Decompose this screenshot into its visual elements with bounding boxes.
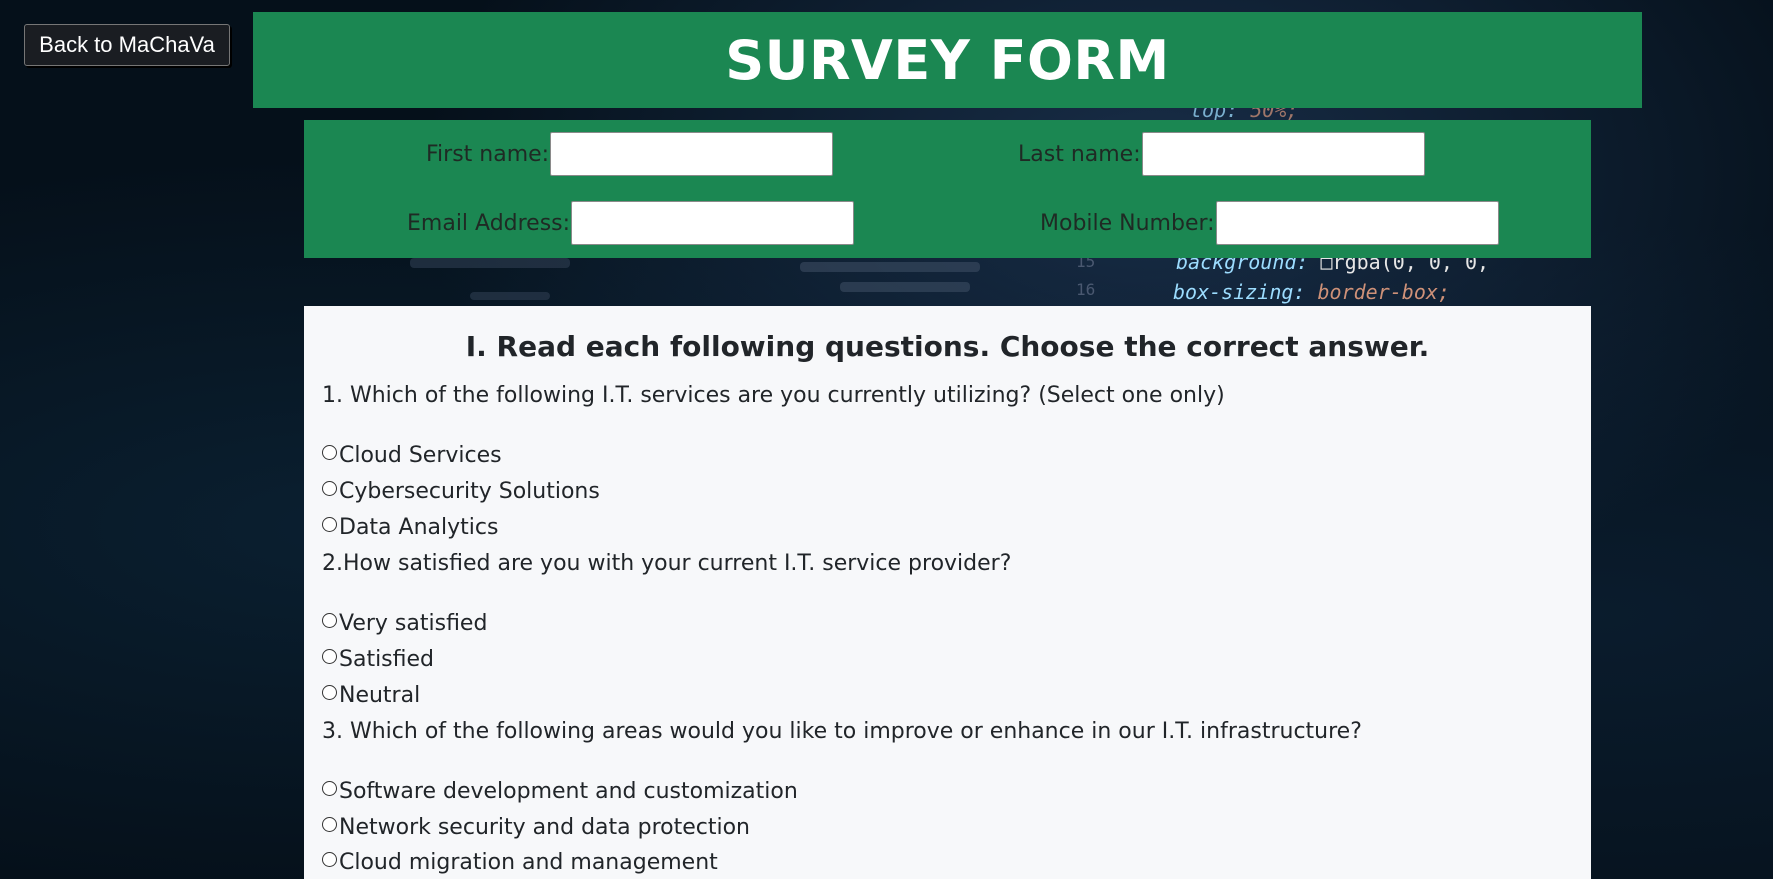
option-very-satisfied[interactable]: Very satisfied xyxy=(322,611,487,636)
option-label: Data Analytics xyxy=(339,515,499,540)
first-name-label: First name: xyxy=(426,141,550,167)
option-label: Satisfied xyxy=(339,647,435,672)
personal-info-panel: First name: Last name: Email Address: Mo… xyxy=(304,120,1591,258)
option-satisfied[interactable]: Satisfied xyxy=(322,647,434,672)
radio-button[interactable] xyxy=(322,481,337,496)
radio-button[interactable] xyxy=(322,817,337,832)
option-cloud-migration[interactable]: Cloud migration and management xyxy=(322,850,718,875)
radio-button[interactable] xyxy=(322,781,337,796)
radio-button[interactable] xyxy=(322,445,337,460)
radio-button[interactable] xyxy=(322,517,337,532)
option-network-security[interactable]: Network security and data protection xyxy=(322,815,750,840)
option-software-development[interactable]: Software development and customization xyxy=(322,779,798,804)
option-neutral[interactable]: Neutral xyxy=(322,683,420,708)
option-label: Network security and data protection xyxy=(339,815,750,840)
option-label: Software development and customization xyxy=(339,779,798,804)
email-field-group: Email Address: xyxy=(407,201,855,245)
option-label: Neutral xyxy=(339,683,421,708)
first-name-field-group: First name: xyxy=(426,132,834,176)
radio-button[interactable] xyxy=(322,649,337,664)
radio-button[interactable] xyxy=(322,613,337,628)
question-1-text: 1. Which of the following I.T. services … xyxy=(322,383,1225,408)
option-label: Very satisfied xyxy=(339,611,488,636)
title-banner: SURVEY FORM xyxy=(253,12,1642,108)
option-label: Cybersecurity Solutions xyxy=(339,479,600,504)
back-to-machava-button[interactable]: Back to MaChaVa xyxy=(24,24,230,66)
email-input[interactable] xyxy=(571,201,855,245)
last-name-field-group: Last name: xyxy=(1018,132,1425,176)
last-name-label: Last name: xyxy=(1018,141,1141,167)
last-name-input[interactable] xyxy=(1141,132,1425,176)
question-2-text: 2.How satisfied are you with your curren… xyxy=(322,551,1012,576)
option-label: Cloud Services xyxy=(339,443,502,468)
radio-button[interactable] xyxy=(322,852,337,867)
option-data-analytics[interactable]: Data Analytics xyxy=(322,515,498,540)
section-heading: I. Read each following questions. Choose… xyxy=(465,330,1430,363)
mobile-label: Mobile Number: xyxy=(1040,210,1215,236)
mobile-input[interactable] xyxy=(1215,201,1499,245)
questions-panel: I. Read each following questions. Choose… xyxy=(304,306,1591,879)
bg-code-line: box-sizing: border-box; xyxy=(1173,280,1450,304)
mobile-field-group: Mobile Number: xyxy=(1040,201,1499,245)
question-3-text: 3. Which of the following areas would yo… xyxy=(322,719,1362,744)
option-label: Cloud migration and management xyxy=(339,850,718,875)
bg-line-number: 16 xyxy=(1076,280,1096,299)
first-name-input[interactable] xyxy=(550,132,834,176)
option-cloud-services[interactable]: Cloud Services xyxy=(322,443,502,468)
option-cybersecurity-solutions[interactable]: Cybersecurity Solutions xyxy=(322,479,600,504)
email-label: Email Address: xyxy=(407,210,571,236)
radio-button[interactable] xyxy=(322,685,337,700)
page-title: SURVEY FORM xyxy=(725,28,1170,92)
